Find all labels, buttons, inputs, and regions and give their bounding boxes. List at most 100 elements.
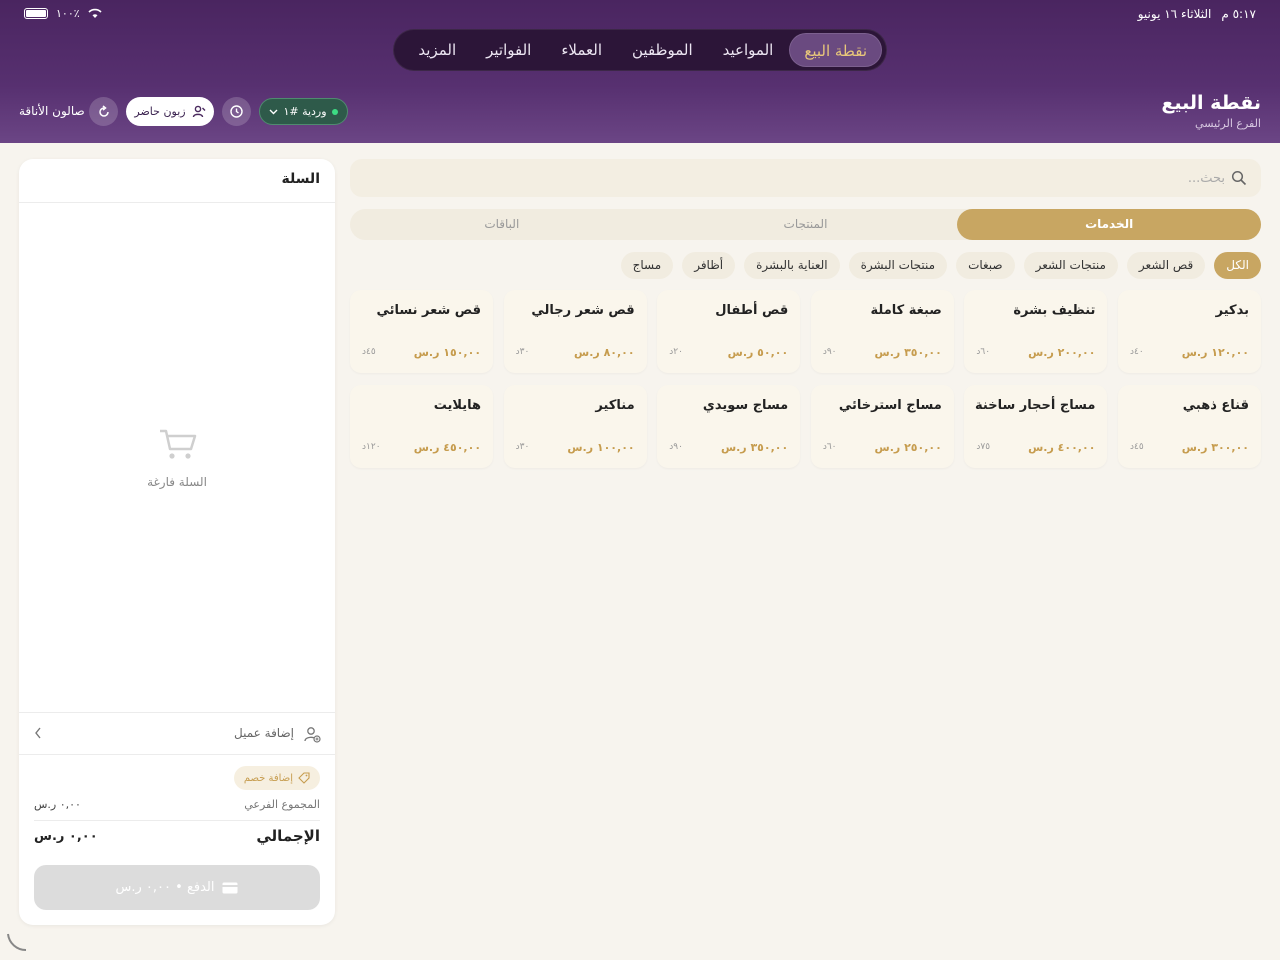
service-grid: بدكير ١٢٠,٠٠ ر.س ٤٠د تنظيف بشرة ٢٠٠,٠٠ ر.س ٦٠…	[350, 290, 1261, 468]
service-duration: ٦٠د	[822, 442, 837, 452]
total-value: ٠,٠٠ ر.س	[34, 829, 98, 844]
service-name: قناع ذهبي	[1182, 398, 1249, 413]
search-input[interactable]	[360, 159, 1225, 197]
service-price: ٣٥٠,٠٠ ر.س	[720, 441, 789, 454]
nav-item-4[interactable]: الفواتير	[472, 33, 545, 67]
shift-status-dot	[331, 108, 338, 115]
total-label: الإجمالي	[256, 827, 320, 845]
service-price: ٢٠٠,٠٠ ر.س	[1028, 346, 1096, 359]
service-duration: ٤٠د	[1130, 347, 1144, 357]
service-price: ١٢٠,٠٠ ر.س	[1181, 346, 1249, 359]
category-chip-7[interactable]: مساج	[620, 252, 674, 279]
tab-0[interactable]: الخدمات	[957, 209, 1261, 240]
category-chip-5[interactable]: العناية بالبشرة	[744, 252, 840, 279]
category-chip-0[interactable]: الكل	[1214, 252, 1261, 279]
nav-item-2[interactable]: الموظفين	[618, 33, 707, 67]
service-name: مساج استرخائي	[838, 398, 942, 413]
service-name: مساج سويدي	[702, 398, 789, 413]
service-card[interactable]: مساج استرخائي ٢٥٠,٠٠ ر.س ٦٠د	[810, 385, 954, 468]
history-icon	[230, 105, 243, 118]
history-button[interactable]	[222, 97, 251, 126]
service-price: ٨٠,٠٠ ر.س	[574, 346, 635, 359]
service-card[interactable]: صبغة كاملة ٣٥٠,٠٠ ر.س ٩٠د	[810, 290, 954, 373]
credit-card-icon	[222, 882, 238, 893]
service-card[interactable]: هايلايت ٤٥٠,٠٠ ر.س ١٢٠د	[350, 385, 494, 468]
category-chip-3[interactable]: صبغات	[956, 252, 1015, 279]
service-card[interactable]: بدكير ١٢٠,٠٠ ر.س ٤٠د	[1118, 290, 1261, 373]
service-name: مناكير	[595, 398, 635, 413]
tab-1[interactable]: المنتجات	[654, 209, 958, 240]
service-duration: ٧٥د	[976, 442, 991, 452]
divider	[34, 820, 320, 821]
service-name: هايلايت	[433, 398, 482, 413]
service-duration: ٩٠د	[822, 347, 837, 357]
chevron-down-icon	[269, 109, 278, 114]
pay-button[interactable]: الدفع • ٠,٠٠ ر.س	[34, 865, 320, 910]
divider	[19, 712, 335, 713]
refresh-button[interactable]	[89, 97, 118, 126]
category-chip-1[interactable]: قص الشعر	[1126, 252, 1206, 279]
service-duration: ١٢٠د	[362, 442, 381, 452]
catalog-tabs: الخدمات المنتجات الباقات	[350, 209, 1261, 240]
service-duration: ٣٠د	[515, 347, 530, 357]
pay-label: الدفع • ٠,٠٠ ر.س	[115, 880, 215, 895]
service-duration: ٤٥د	[1130, 442, 1144, 452]
service-card[interactable]: قص شعر رجالي ٨٠,٠٠ ر.س ٣٠د	[503, 290, 647, 373]
service-card[interactable]: قناع ذهبي ٣٠٠,٠٠ ر.س ٤٥د	[1118, 385, 1261, 468]
service-card[interactable]: مساج أحجار ساخنة ٤٠٠,٠٠ ر.س ٧٥د	[964, 385, 1108, 468]
main-nav: نقطة البيع المواعيد الموظفين العملاء الفواتي…	[393, 29, 887, 71]
service-card[interactable]: تنظيف بشرة ٢٠٠,٠٠ ر.س ٦٠د	[964, 290, 1108, 373]
service-name: قص أطفال	[715, 303, 789, 318]
loading-indicator	[7, 933, 27, 952]
chevron-left-icon	[35, 727, 41, 739]
wifi-icon	[88, 8, 102, 18]
service-price: ١٥٠,٠٠ ر.س	[413, 346, 482, 359]
service-duration: ٩٠د	[669, 442, 683, 452]
add-user-icon	[304, 727, 321, 743]
search-bar	[350, 159, 1261, 197]
divider	[19, 754, 335, 755]
shift-label: وردية #١	[283, 105, 327, 118]
service-card[interactable]: مساج سويدي ٣٥٠,٠٠ ر.س ٩٠د	[657, 385, 801, 468]
nav-item-1[interactable]: المواعيد	[709, 33, 788, 67]
service-card[interactable]: قص شعر نسائي ١٥٠,٠٠ ر.س ٤٥د	[350, 290, 494, 373]
cart-icon	[160, 429, 197, 459]
status-bar-right: ٥:١٧ م الثلاثاء ١٦ يونيو	[1138, 7, 1256, 21]
service-price: ٢٥٠,٠٠ ر.س	[874, 441, 942, 454]
walk-in-label: زبون حاضر	[134, 105, 186, 118]
refresh-icon	[98, 104, 109, 117]
add-discount-label: إضافة خصم	[243, 772, 293, 784]
service-card[interactable]: مناكير ١٠٠,٠٠ ر.س ٣٠د	[503, 385, 647, 468]
walk-in-customer-button[interactable]: زبون حاضر	[126, 97, 214, 126]
service-price: ٤٠٠,٠٠ ر.س	[1028, 441, 1096, 454]
service-card[interactable]: قص أطفال ٥٠,٠٠ ر.س ٢٠د	[657, 290, 801, 373]
cart-panel: السلة السلة فارغة إضافة عميل إضافة خصم ا…	[19, 159, 335, 925]
service-name: صبغة كاملة	[870, 303, 942, 318]
add-customer-row[interactable]: إضافة عميل	[19, 714, 335, 754]
nav-item-5[interactable]: المزيد	[404, 33, 470, 67]
service-price: ١٠٠,٠٠ ر.س	[567, 441, 635, 454]
category-chip-2[interactable]: منتجات الشعر	[1023, 252, 1118, 279]
service-price: ٣٥٠,٠٠ ر.س	[874, 346, 942, 359]
add-customer-label: إضافة عميل	[234, 726, 294, 740]
nav-item-0[interactable]: نقطة البيع	[789, 33, 882, 67]
service-duration: ٢٠د	[669, 347, 683, 357]
subtotal-value: ٠,٠٠ ر.س	[34, 798, 81, 811]
user-icon	[192, 105, 206, 118]
add-discount-button[interactable]: إضافة خصم	[233, 766, 320, 790]
tag-icon	[298, 772, 310, 784]
service-price: ٤٥٠,٠٠ ر.س	[413, 441, 482, 454]
salon-name: صالون الأناقة	[19, 104, 85, 118]
service-name: بدكير	[1215, 303, 1249, 318]
page-title: نقطة البيع	[1161, 92, 1261, 114]
empty-cart-message: السلة فارغة	[147, 475, 207, 489]
service-name: تنظيف بشرة	[1013, 303, 1096, 318]
category-chip-4[interactable]: منتجات البشرة	[848, 252, 948, 279]
service-name: مساج أحجار ساخنة	[975, 398, 1096, 413]
category-chip-6[interactable]: أظافر	[682, 252, 736, 279]
status-bar-left: ١٠٠٪	[24, 7, 102, 20]
nav-item-3[interactable]: العملاء	[547, 33, 616, 67]
tab-2[interactable]: الباقات	[350, 209, 654, 240]
subtotal-label: المجموع الفرعي	[244, 798, 320, 811]
shift-selector[interactable]: وردية #١	[259, 98, 348, 125]
